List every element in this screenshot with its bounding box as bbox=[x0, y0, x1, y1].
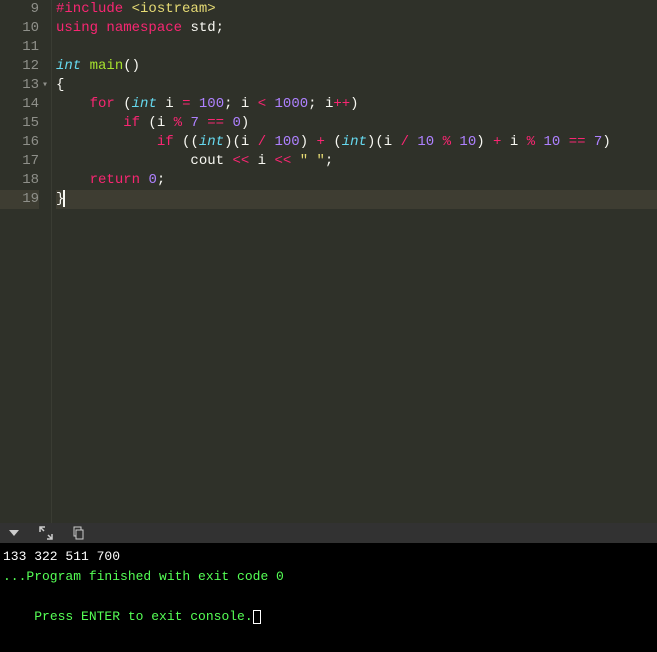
expand-icon[interactable] bbox=[38, 525, 54, 541]
code-line[interactable]: for (int i = 100; i < 1000; i++) bbox=[56, 95, 657, 114]
line-number: 11 bbox=[0, 38, 39, 57]
line-number: 10 bbox=[0, 19, 39, 38]
line-number: 16 bbox=[0, 133, 39, 152]
copy-icon[interactable] bbox=[70, 525, 86, 541]
line-number: 14 bbox=[0, 95, 39, 114]
fold-marker-icon[interactable]: ▾ bbox=[42, 76, 48, 95]
code-line[interactable]: return 0; bbox=[56, 171, 657, 190]
console-line-prompt: Press ENTER to exit console. bbox=[3, 587, 654, 647]
line-number: 18 bbox=[0, 171, 39, 190]
line-number: 15 bbox=[0, 114, 39, 133]
code-editor[interactable]: 910111213141516171819 #include <iostream… bbox=[0, 0, 657, 523]
code-area[interactable]: #include <iostream>using namespace std; i… bbox=[52, 0, 657, 523]
code-line[interactable]: ▾{ bbox=[56, 76, 657, 95]
editor-cursor bbox=[63, 190, 65, 207]
code-line[interactable]: cout << i << " "; bbox=[56, 152, 657, 171]
line-number: 13 bbox=[0, 76, 39, 95]
chevron-down-icon[interactable] bbox=[6, 525, 22, 541]
code-line[interactable]: using namespace std; bbox=[56, 19, 657, 38]
code-line[interactable]: int main() bbox=[56, 57, 657, 76]
line-number: 12 bbox=[0, 57, 39, 76]
console-line-finished: ...Program finished with exit code 0 bbox=[3, 567, 654, 587]
line-number: 19 bbox=[0, 190, 39, 209]
console-output[interactable]: 133 322 511 700 ...Program finished with… bbox=[0, 543, 657, 652]
console-toolbar bbox=[0, 523, 657, 543]
line-number: 9 bbox=[0, 0, 39, 19]
code-line[interactable]: if ((int)(i / 100) + (int)(i / 10 % 10) … bbox=[56, 133, 657, 152]
console-line-output: 133 322 511 700 bbox=[3, 547, 654, 567]
line-number: 17 bbox=[0, 152, 39, 171]
console-cursor bbox=[253, 610, 261, 624]
code-line[interactable]: if (i % 7 == 0) bbox=[56, 114, 657, 133]
code-line[interactable] bbox=[56, 38, 657, 57]
code-line[interactable]: } bbox=[56, 190, 657, 209]
code-line[interactable]: #include <iostream> bbox=[56, 0, 657, 19]
